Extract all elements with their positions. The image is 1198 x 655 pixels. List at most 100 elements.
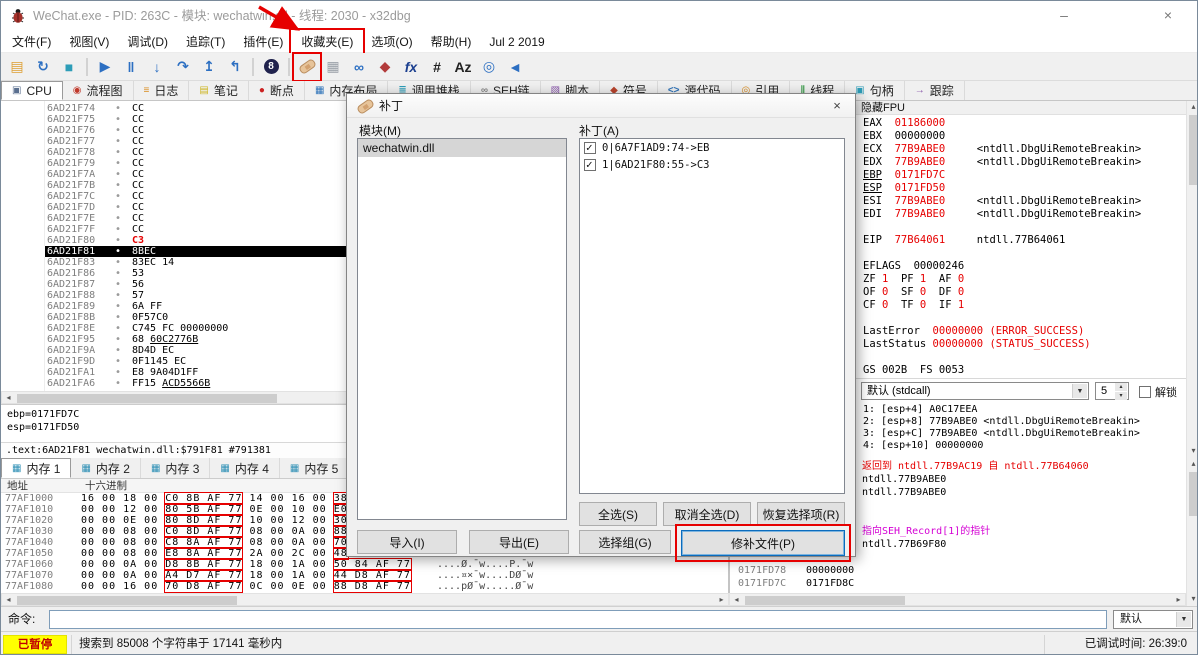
module-item[interactable]: wechatwin.dll bbox=[358, 139, 566, 157]
menu-build-date: Jul 2 2019 bbox=[489, 35, 545, 49]
command-mode-select[interactable]: 默认 ▼ bbox=[1113, 610, 1193, 629]
dump-row[interactable]: 77AF1080 00 00 16 00 70 D8 AF 77 0C 00 0E 0… bbox=[1, 580, 728, 593]
dump-address: 77AF1010 bbox=[5, 504, 54, 515]
patch-checkbox[interactable] bbox=[584, 141, 596, 154]
stack-comment: ntdll.77B9ABE0 bbox=[862, 474, 947, 485]
tab-trace[interactable]: → 跟踪 bbox=[905, 81, 965, 100]
open-file-button[interactable]: ▤ bbox=[5, 55, 29, 79]
dump-h-scrollbar[interactable]: ◂ ▸ bbox=[1, 593, 729, 606]
step-out-button[interactable]: ↥ bbox=[197, 55, 221, 79]
scroll-thumb[interactable] bbox=[17, 596, 237, 605]
patches-list[interactable]: 0|6A7F1AD9:74->EB 1|6AD21F80:55->C3 bbox=[579, 138, 845, 494]
scroll-thumb[interactable] bbox=[1189, 115, 1197, 185]
hash-button[interactable]: # bbox=[425, 55, 449, 79]
patch-item[interactable]: 1|6AD21F80:55->C3 bbox=[580, 156, 844, 173]
minimize-button[interactable]: – bbox=[1043, 1, 1085, 31]
arg-count-stepper[interactable]: 5 ▴ ▾ bbox=[1095, 382, 1129, 400]
tab-notes[interactable]: ▤ 笔记 bbox=[189, 81, 249, 100]
fx-button[interactable]: fx bbox=[399, 55, 423, 79]
az-button[interactable]: Az bbox=[451, 55, 475, 79]
dump-tab-2[interactable]: ▦ 内存 2 bbox=[71, 458, 141, 478]
menu-debug[interactable]: 调试(D) bbox=[118, 31, 177, 52]
select-all-button[interactable]: 全选(S) bbox=[579, 502, 657, 526]
command-input[interactable] bbox=[49, 610, 1107, 629]
disasm-address: 6AD21F88 bbox=[47, 290, 96, 301]
disasm-address: 6AD21F7B bbox=[47, 180, 96, 191]
scroll-down-arrow-icon[interactable]: ▾ bbox=[1187, 445, 1197, 458]
register-line: EAX 01186000 bbox=[863, 117, 946, 129]
pause-button[interactable]: ‖ bbox=[119, 55, 143, 79]
step-over-button[interactable]: ↷ bbox=[171, 55, 195, 79]
unlock-checkbox[interactable]: 解锁 bbox=[1139, 384, 1177, 400]
dialog-close-icon[interactable]: × bbox=[825, 96, 849, 115]
menu-favourites[interactable]: 收藏夹(E) bbox=[289, 28, 366, 55]
arg-line: 4: [esp+10] 00000000 bbox=[863, 440, 984, 451]
scroll-thumb[interactable] bbox=[745, 596, 905, 605]
close-button[interactable]: × bbox=[1147, 1, 1189, 31]
shield-button[interactable]: ◆ bbox=[373, 55, 397, 79]
dump-tab-3[interactable]: ▦ 内存 3 bbox=[141, 458, 211, 478]
register-line: LastStatus 00000000 (STATUS_SUCCESS) bbox=[863, 338, 1091, 350]
stack-row[interactable]: 0171FD78 00000000 bbox=[730, 564, 1186, 577]
menu-options[interactable]: 选项(O) bbox=[362, 31, 421, 52]
modules-list[interactable]: wechatwin.dll bbox=[357, 138, 567, 520]
stack-row[interactable]: 0171FD7C 0171FD8C bbox=[730, 577, 1186, 590]
export-button[interactable]: 导出(E) bbox=[469, 530, 569, 554]
tab-log[interactable]: ≡ 日志 bbox=[134, 81, 190, 100]
checkbox-icon[interactable] bbox=[1139, 386, 1151, 398]
scroll-down-arrow-icon[interactable]: ▾ bbox=[1187, 593, 1197, 606]
menu-view[interactable]: 视图(V) bbox=[60, 31, 118, 52]
stack-v-scrollbar[interactable]: ▴ ▾ bbox=[1186, 458, 1197, 606]
disasm-bytes: CC bbox=[132, 125, 145, 136]
chevron-down-icon[interactable]: ▼ bbox=[1072, 384, 1087, 398]
deselect-all-button[interactable]: 取消全选(D) bbox=[663, 502, 751, 526]
registers-v-scrollbar[interactable]: ▴ ▾ bbox=[1186, 101, 1197, 458]
spinner-up-icon[interactable]: ▴ bbox=[1115, 383, 1127, 391]
hex-group: 08 00 0A 00 bbox=[249, 537, 327, 548]
scroll-up-arrow-icon[interactable]: ▴ bbox=[1187, 101, 1197, 114]
tab-breakpoints-icon: ● bbox=[258, 85, 265, 96]
tab-graph[interactable]: ◉ 流程图 bbox=[63, 81, 134, 100]
eight-ball-icon: 8 bbox=[263, 59, 279, 74]
restore-selected-button[interactable]: 恢复选择项(R) bbox=[757, 502, 845, 526]
hide-fpu-button[interactable]: 隐藏FPU bbox=[855, 101, 1186, 115]
dump-tab-5[interactable]: ▦ 内存 5 bbox=[280, 458, 350, 478]
scroll-up-arrow-icon[interactable]: ▴ bbox=[1187, 458, 1197, 471]
spinner-down-icon[interactable]: ▾ bbox=[1115, 392, 1127, 400]
register-line: ESP 0171FD50 bbox=[863, 182, 946, 194]
eight-ball-button[interactable]: 8 bbox=[259, 55, 283, 79]
dump-row[interactable]: 77AF1070 00 00 0A 00 A4 D7 AF 77 18 00 1A 0… bbox=[1, 569, 728, 582]
speaker-button[interactable]: ◄ bbox=[503, 55, 527, 79]
menu-file[interactable]: 文件(F) bbox=[3, 31, 60, 52]
step-into-button[interactable]: ↓ bbox=[145, 55, 169, 79]
run-to-return-button[interactable]: ↰ bbox=[223, 55, 247, 79]
scroll-thumb[interactable] bbox=[1189, 472, 1197, 516]
patch-file-button[interactable]: 修补文件(P) bbox=[675, 524, 851, 562]
patch-button[interactable] bbox=[292, 51, 322, 82]
dump-tab-4[interactable]: ▦ 内存 4 bbox=[210, 458, 280, 478]
dialog-title-bar[interactable]: 补丁 × bbox=[347, 94, 855, 118]
patch-checkbox[interactable] bbox=[584, 158, 596, 171]
memory-map-button[interactable]: ▦ bbox=[321, 55, 345, 79]
pick-groups-button[interactable]: 选择组(G) bbox=[579, 530, 671, 554]
menu-trace[interactable]: 追踪(T) bbox=[177, 31, 234, 52]
register-line: GS 002B FS 0053 bbox=[863, 364, 965, 376]
dump-tab-1[interactable]: ▦ 内存 1 bbox=[1, 458, 72, 478]
restart-button[interactable]: ↻ bbox=[31, 55, 55, 79]
patch-item[interactable]: 0|6A7F1AD9:74->EB bbox=[580, 139, 844, 156]
tab-handles-icon: ▣ bbox=[855, 85, 865, 96]
scroll-thumb[interactable] bbox=[17, 394, 277, 403]
menu-plugins[interactable]: 插件(E) bbox=[234, 31, 292, 52]
tab-cpu[interactable]: ▣ CPU bbox=[1, 81, 63, 100]
menu-help[interactable]: 帮助(H) bbox=[422, 31, 481, 52]
stack-h-scrollbar[interactable]: ◂ ▸ bbox=[729, 593, 1186, 606]
import-button[interactable]: 导入(I) bbox=[357, 530, 457, 554]
calling-convention-select[interactable]: 默认 (stdcall) ▼ bbox=[861, 382, 1089, 400]
tab-breakpoints[interactable]: ● 断点 bbox=[249, 81, 305, 100]
goggles-button[interactable]: ∞ bbox=[347, 55, 371, 79]
run-button[interactable]: ▶ bbox=[93, 55, 117, 79]
stop-button[interactable]: ■ bbox=[57, 55, 81, 79]
chevron-down-icon[interactable]: ▼ bbox=[1176, 612, 1191, 627]
doc-search-button[interactable]: ◎ bbox=[477, 55, 501, 79]
dump-row[interactable]: 77AF1060 00 00 0A 00 D8 8B AF 77 18 00 1A 0… bbox=[1, 558, 728, 571]
